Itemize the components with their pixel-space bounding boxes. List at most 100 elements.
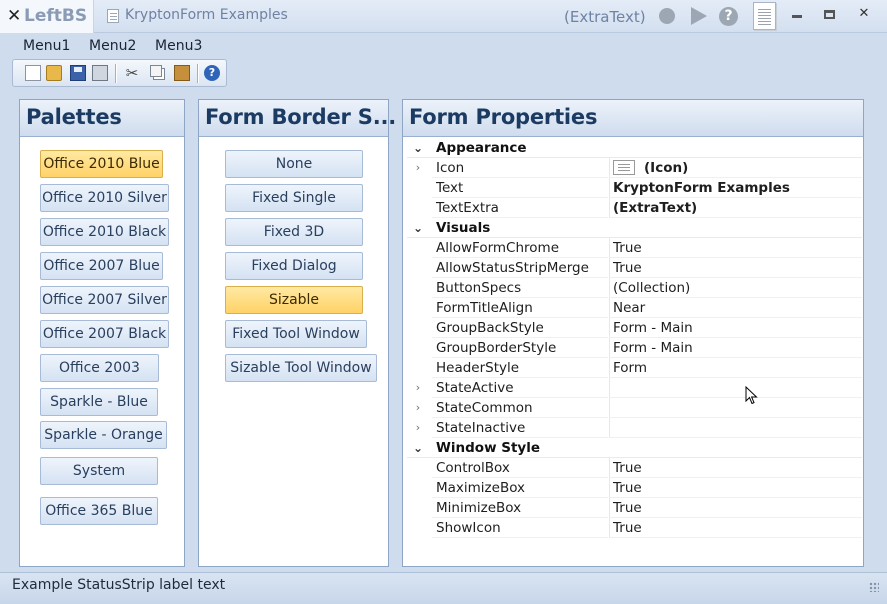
border-style-header: Form Border S... — [199, 100, 396, 137]
property-value[interactable] — [609, 378, 862, 398]
category-appearance[interactable]: ⌄ Appearance — [407, 138, 862, 158]
palette-sparkle-blue-button[interactable]: Sparkle - Blue — [40, 388, 158, 416]
border-fixed-tool-window-button[interactable]: Fixed Tool Window — [225, 320, 367, 348]
save-icon[interactable] — [70, 65, 86, 81]
property-value[interactable] — [609, 398, 862, 418]
palette-sparkle-orange-button[interactable]: Sparkle - Orange — [40, 421, 167, 449]
expand-icon[interactable]: › — [412, 418, 424, 438]
icon-preview-icon — [613, 160, 635, 175]
new-icon[interactable] — [25, 65, 41, 81]
resize-grip-icon[interactable] — [869, 582, 879, 592]
collapse-icon[interactable]: ⌄ — [412, 138, 424, 158]
help-icon[interactable]: ? — [719, 7, 738, 26]
property-row-stateinactive[interactable]: › StateInactive — [407, 418, 862, 438]
property-value[interactable]: Near — [609, 298, 862, 318]
minimize-icon[interactable] — [792, 15, 802, 18]
close-icon[interactable]: ✕ — [857, 6, 871, 21]
collapse-icon[interactable]: ⌄ — [412, 438, 424, 458]
border-fixed-3d-button[interactable]: Fixed 3D — [225, 218, 363, 246]
maximize-icon[interactable] — [824, 10, 835, 19]
paste-icon[interactable] — [174, 65, 190, 81]
property-row-showicon[interactable]: ShowIcon True — [407, 518, 862, 538]
property-name: MinimizeBox — [432, 498, 608, 518]
property-row-controlbox[interactable]: ControlBox True — [407, 458, 862, 478]
border-sizable-tool-window-button[interactable]: Sizable Tool Window — [225, 354, 377, 382]
property-value[interactable]: (ExtraText) — [609, 198, 862, 218]
border-fixed-single-button[interactable]: Fixed Single — [225, 184, 363, 212]
border-style-panel: Form Border S... None Fixed Single Fixed… — [198, 99, 396, 567]
property-name: MaximizeBox — [432, 478, 608, 498]
property-value[interactable]: True — [609, 518, 862, 538]
border-sizable-button[interactable]: Sizable — [225, 286, 363, 314]
expand-icon[interactable]: › — [412, 158, 424, 178]
copy-icon[interactable] — [150, 65, 162, 77]
property-name: AllowFormChrome — [432, 238, 608, 258]
palette-office-2007-black-button[interactable]: Office 2007 Black — [40, 320, 169, 348]
property-value[interactable]: True — [609, 458, 862, 478]
print-icon[interactable] — [92, 65, 108, 81]
property-row-groupbackstyle[interactable]: GroupBackStyle Form - Main — [407, 318, 862, 338]
palette-office-2007-blue-button[interactable]: Office 2007 Blue — [40, 252, 163, 280]
property-value[interactable] — [609, 418, 862, 438]
property-value[interactable]: True — [609, 478, 862, 498]
category-visuals[interactable]: ⌄ Visuals — [407, 218, 862, 238]
play-icon[interactable] — [691, 7, 707, 25]
leftbs-button[interactable]: ✕ LeftBS — [0, 0, 94, 33]
property-row-formtitlealign[interactable]: FormTitleAlign Near — [407, 298, 862, 318]
palette-office-2010-black-button[interactable]: Office 2010 Black — [40, 218, 169, 246]
border-fixed-dialog-button[interactable]: Fixed Dialog — [225, 252, 363, 280]
category-window-style[interactable]: ⌄ Window Style — [407, 438, 862, 458]
property-name: ButtonSpecs — [432, 278, 608, 298]
property-row-textextra[interactable]: TextExtra (ExtraText) — [407, 198, 862, 218]
category-label: Visuals — [436, 220, 491, 236]
property-value[interactable]: Form - Main — [609, 338, 862, 358]
property-row-statecommon[interactable]: › StateCommon — [407, 398, 862, 418]
property-value[interactable]: (Collection) — [609, 278, 862, 298]
property-row-icon[interactable]: › Icon (Icon) — [407, 158, 862, 178]
palette-office-2007-silver-button[interactable]: Office 2007 Silver — [40, 286, 169, 314]
app-document-icon — [107, 9, 119, 23]
expand-icon[interactable]: › — [412, 378, 424, 398]
help-icon[interactable]: ? — [204, 65, 220, 81]
document-icon[interactable] — [753, 2, 776, 30]
property-value[interactable]: KryptonForm Examples — [609, 178, 862, 198]
menu-item-menu2[interactable]: Menu2 — [89, 38, 136, 54]
property-value[interactable]: Form — [609, 358, 862, 378]
property-row-minimizebox[interactable]: MinimizeBox True — [407, 498, 862, 518]
palette-office-2003-button[interactable]: Office 2003 — [40, 354, 159, 382]
property-value[interactable]: True — [609, 238, 862, 258]
palettes-header: Palettes — [20, 100, 184, 137]
title-bar: ✕ LeftBS KryptonForm Examples (ExtraText… — [0, 0, 887, 33]
border-style-title: Form Border S... — [205, 105, 397, 129]
property-row-text[interactable]: Text KryptonForm Examples — [407, 178, 862, 198]
property-value[interactable]: Form - Main — [609, 318, 862, 338]
palette-office-2010-silver-button[interactable]: Office 2010 Silver — [40, 184, 169, 212]
record-icon[interactable] — [659, 8, 675, 24]
property-row-allowformchrome[interactable]: AllowFormChrome True — [407, 238, 862, 258]
property-row-headerstyle[interactable]: HeaderStyle Form — [407, 358, 862, 378]
palettes-panel: Palettes Office 2010 Blue Office 2010 Si… — [19, 99, 185, 567]
palettes-title: Palettes — [26, 105, 122, 129]
border-none-button[interactable]: None — [225, 150, 363, 178]
property-row-groupborderstyle[interactable]: GroupBorderStyle Form - Main — [407, 338, 862, 358]
open-icon[interactable] — [46, 65, 62, 81]
menu-item-menu1[interactable]: Menu1 — [23, 38, 70, 54]
palette-office-2010-blue-button[interactable]: Office 2010 Blue — [40, 150, 163, 178]
close-x-icon: ✕ — [7, 6, 22, 26]
property-row-buttonspecs[interactable]: ButtonSpecs (Collection) — [407, 278, 862, 298]
palette-system-button[interactable]: System — [40, 457, 158, 485]
property-row-stateactive[interactable]: › StateActive — [407, 378, 862, 398]
menu-item-menu3[interactable]: Menu3 — [155, 38, 202, 54]
property-value[interactable]: (Icon) — [609, 158, 862, 178]
toolbar-separator — [197, 64, 198, 83]
property-row-allowstatusstripmerge[interactable]: AllowStatusStripMerge True — [407, 258, 862, 278]
cut-icon[interactable]: ✂ — [124, 65, 140, 81]
property-row-maximizebox[interactable]: MaximizeBox True — [407, 478, 862, 498]
property-name: StateActive — [432, 378, 608, 398]
form-properties-header: Form Properties — [403, 100, 863, 137]
property-value[interactable]: True — [609, 258, 862, 278]
collapse-icon[interactable]: ⌄ — [412, 218, 424, 238]
property-value[interactable]: True — [609, 498, 862, 518]
palette-office-365-blue-button[interactable]: Office 365 Blue — [40, 497, 158, 525]
expand-icon[interactable]: › — [412, 398, 424, 418]
